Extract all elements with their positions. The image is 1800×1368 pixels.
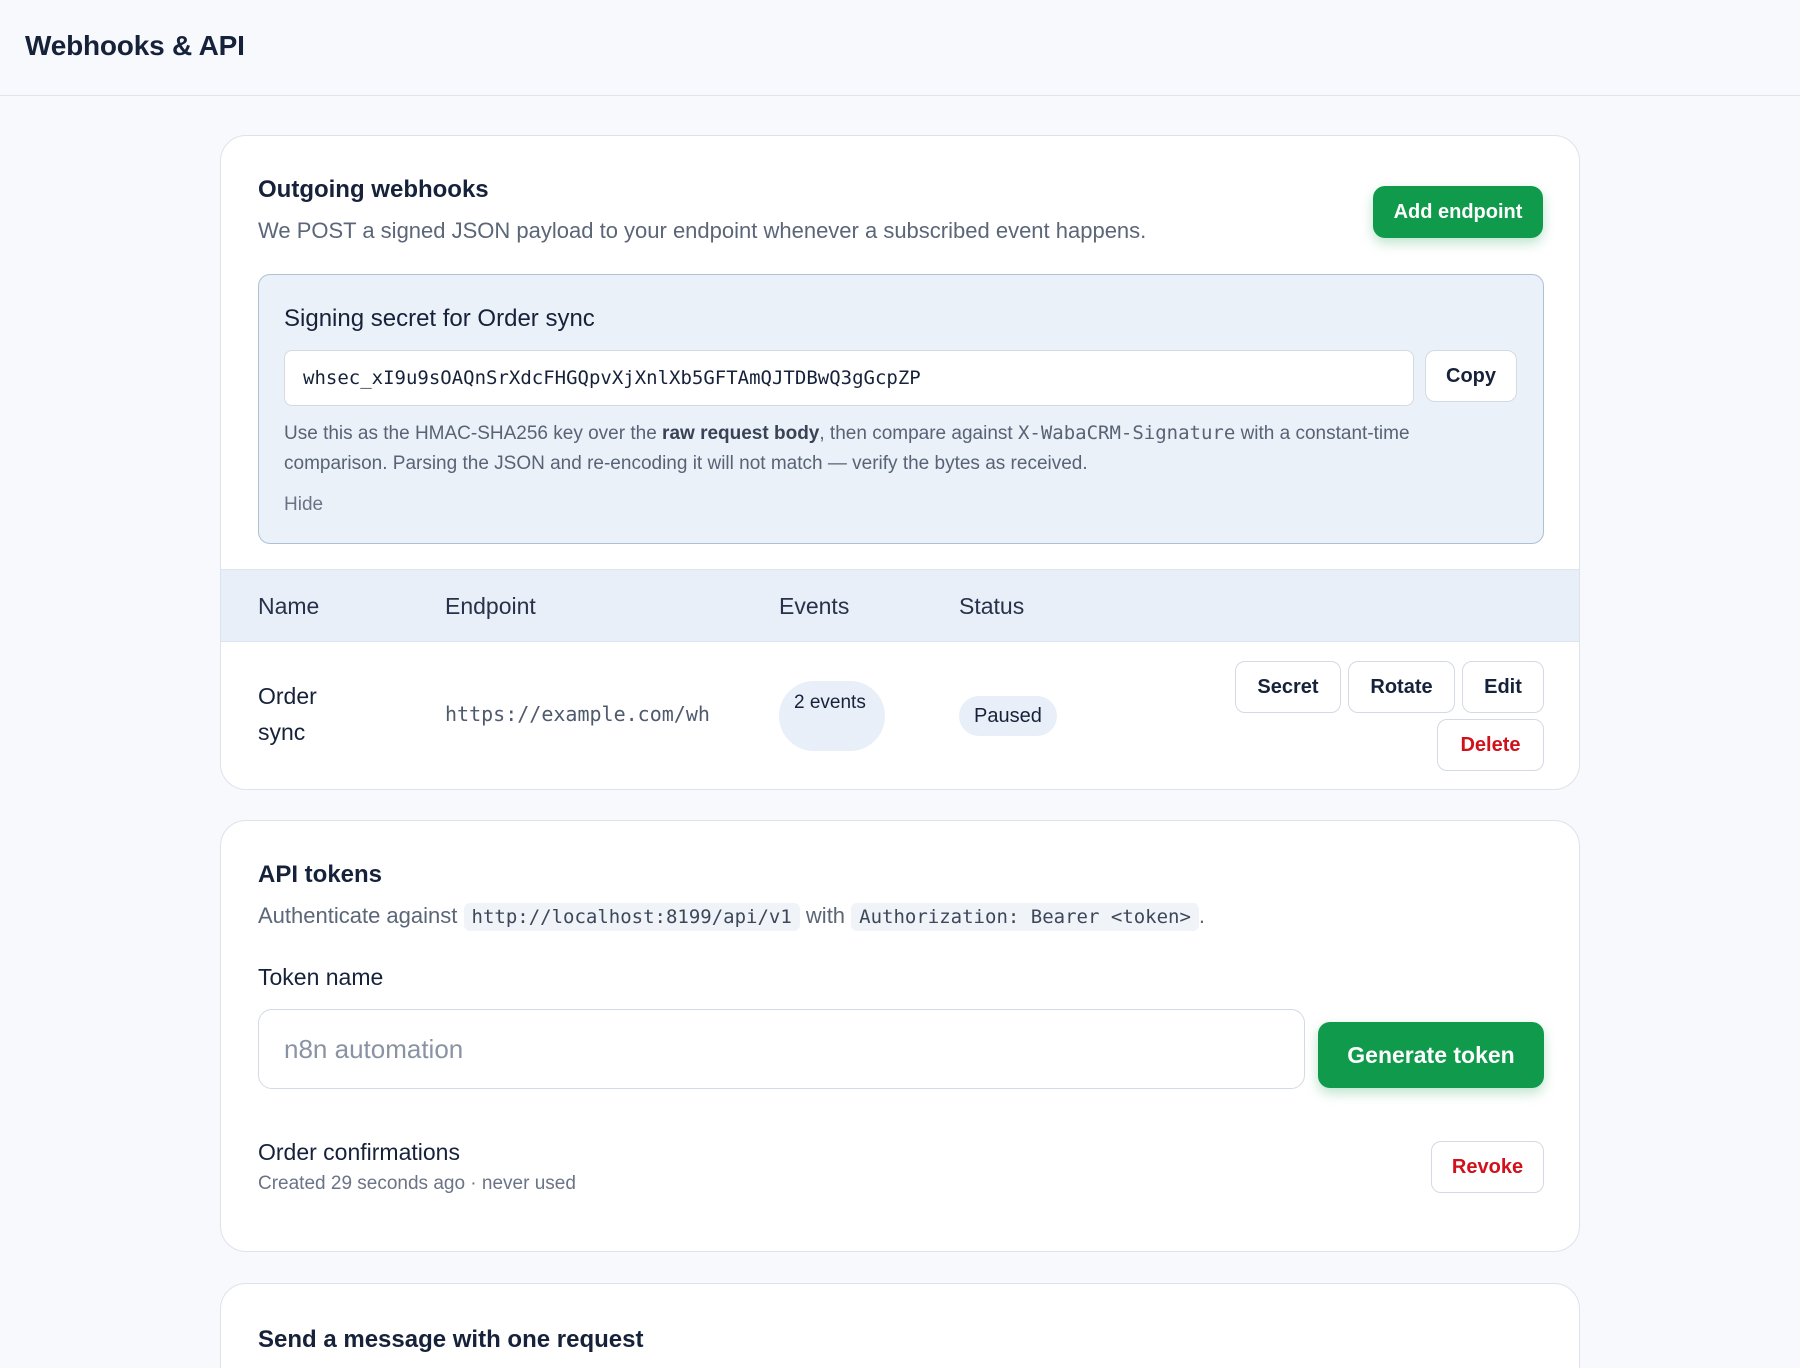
signing-secret-title: Signing secret for Order sync — [284, 305, 595, 332]
add-endpoint-button[interactable]: Add endpoint — [1373, 186, 1543, 238]
token-meta: Created 29 seconds ago · never used — [258, 1173, 576, 1194]
edit-button[interactable]: Edit — [1462, 661, 1544, 713]
api-tokens-card: API tokens Authenticate against http://l… — [220, 820, 1580, 1252]
column-header-name: Name — [258, 593, 320, 619]
base-url-code: http://localhost:8199/api/v1 — [463, 903, 800, 931]
webhook-name: Order sync — [258, 683, 317, 745]
desc-suffix: . — [1198, 903, 1206, 928]
token-name-label: Token name — [258, 964, 384, 990]
events-badge: 2 events — [779, 681, 885, 751]
webhooks-title: Outgoing webhooks — [258, 176, 489, 203]
signature-header-code: X-WabaCRM-Signature — [1017, 422, 1236, 444]
copy-secret-button[interactable]: Copy — [1425, 350, 1517, 402]
desc-prefix: Authenticate against — [258, 903, 458, 928]
hide-secret-link[interactable]: Hide — [284, 494, 323, 516]
auth-header-code: Authorization: Bearer <token> — [851, 903, 1199, 931]
secret-button[interactable]: Secret — [1235, 661, 1341, 713]
webhooks-card: Outgoing webhooks We POST a signed JSON … — [220, 135, 1580, 790]
api-tokens-description: Authenticate against http://localhost:81… — [258, 903, 1206, 931]
column-header-events: Events — [779, 593, 850, 619]
token-name: Order confirmations — [258, 1139, 460, 1165]
send-message-title: Send a message with one request — [258, 1326, 644, 1353]
desc-with: with — [805, 903, 846, 928]
generate-token-button[interactable]: Generate token — [1318, 1022, 1544, 1088]
help-text: Use this as the HMAC-SHA256 key over the — [284, 423, 663, 444]
help-text-bold: raw request body — [662, 423, 820, 444]
rotate-button[interactable]: Rotate — [1348, 661, 1455, 713]
signing-secret-field[interactable]: whsec_xI9u9sOAQnSrXdcFHGQpvXjXnlXb5GFTAm… — [284, 350, 1414, 406]
top-bar: Webhooks & API — [0, 0, 1800, 96]
token-name-input[interactable] — [258, 1009, 1305, 1089]
signing-secret-panel: Signing secret for Order sync whsec_xI9u… — [258, 274, 1544, 544]
delete-button[interactable]: Delete — [1437, 719, 1544, 771]
webhooks-description: We POST a signed JSON payload to your en… — [258, 218, 1147, 243]
signing-secret-help: Use this as the HMAC-SHA256 key over the… — [284, 418, 1514, 479]
status-badge: Paused — [959, 696, 1057, 736]
help-text: , then compare against — [819, 423, 1018, 444]
page-title: Webhooks & API — [25, 30, 245, 61]
api-tokens-title: API tokens — [258, 861, 383, 888]
webhook-endpoint: https://example.com/wh — [445, 702, 710, 726]
revoke-button[interactable]: Revoke — [1431, 1141, 1544, 1193]
column-header-status: Status — [959, 593, 1025, 619]
send-message-card: Send a message with one request — [220, 1283, 1580, 1368]
column-header-endpoint: Endpoint — [445, 593, 536, 619]
webhooks-table-header: Name Endpoint Events Status — [221, 569, 1579, 642]
